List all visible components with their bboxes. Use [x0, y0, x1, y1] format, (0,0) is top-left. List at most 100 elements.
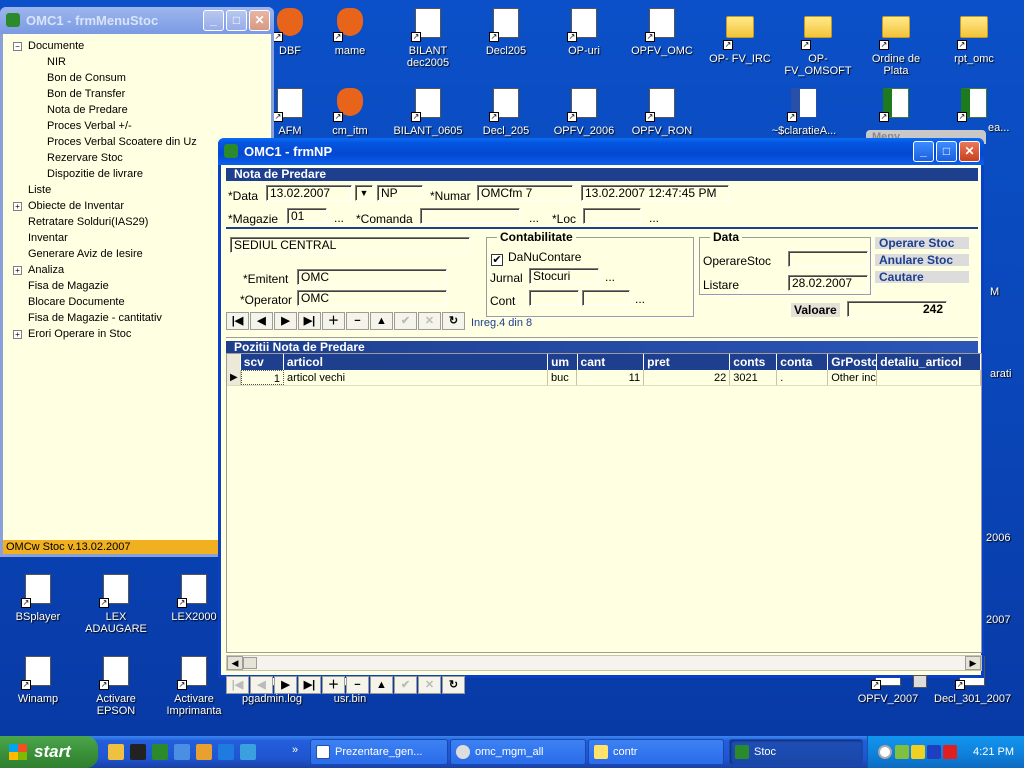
menu-window-titlebar[interactable]: OMC1 - frmMenuStoc _ □ ✕ — [0, 7, 274, 34]
post-record-button[interactable]: ✔ — [394, 312, 417, 330]
add-row-button[interactable]: ＋ — [322, 676, 345, 694]
checkbox-icon[interactable]: ✔ — [491, 254, 503, 266]
refresh-rows-button[interactable]: ↻ — [442, 676, 465, 694]
table-cell[interactable]: 11 — [577, 370, 645, 385]
desktop-icon[interactable]: ↗ BILANT_0605 — [390, 88, 466, 137]
loc-lookup-button[interactable]: ... — [649, 211, 659, 225]
menu-tree-item[interactable]: Proces Verbal +/- — [3, 118, 271, 134]
grid-column-header[interactable]: pret — [644, 354, 731, 370]
doc-type-field[interactable]: NP — [377, 185, 423, 201]
anulare-stoc-button[interactable]: Anulare Stoc — [875, 254, 969, 266]
desktop-icon[interactable]: ↗ Decl205 — [468, 8, 544, 57]
table-cell[interactable]: Other inco — [828, 370, 878, 385]
delete-row-button[interactable]: − — [346, 676, 369, 694]
close-button[interactable]: ✕ — [249, 10, 270, 31]
table-cell[interactable]: 3021 — [730, 370, 778, 385]
scroll-right-icon[interactable]: ▶ — [965, 656, 981, 670]
first-record-button[interactable]: |◀ — [226, 312, 249, 330]
task-stoc[interactable]: Stoc — [729, 739, 863, 765]
cancel-record-button[interactable]: ✕ — [418, 312, 441, 330]
desktop-icon[interactable]: ↗ OPFV_OMC — [624, 8, 700, 57]
next-row-button[interactable]: ▶ — [274, 676, 297, 694]
grid-column-header[interactable]: GrPostc — [828, 354, 878, 370]
desktop-icon[interactable]: ↗ — [936, 88, 1012, 125]
desktop-icon[interactable]: ↗ OP-FV_OMSOFT — [780, 8, 856, 77]
grid-column-header[interactable]: detaliu_articol — [877, 354, 981, 370]
close-button[interactable]: ✕ — [959, 141, 980, 162]
tray-antivirus-icon[interactable] — [943, 745, 957, 759]
desktop-icon[interactable]: ↗ rpt_omc — [936, 8, 1012, 65]
maximize-button[interactable]: □ — [226, 10, 247, 31]
prev-row-button[interactable]: ◀ — [250, 676, 273, 694]
grid-column-header[interactable]: scv — [241, 354, 284, 370]
expand-icon[interactable]: + — [13, 266, 22, 275]
desktop-icon[interactable]: ↗ OPFV_RON — [624, 88, 700, 137]
app-icon[interactable] — [240, 744, 256, 760]
emitent-field[interactable]: OMC — [297, 269, 447, 285]
cancel-row-button[interactable]: ✕ — [418, 676, 441, 694]
loc-field[interactable] — [583, 208, 641, 224]
comanda-lookup-button[interactable]: ... — [529, 211, 539, 225]
desktop-icon[interactable]: ↗ BILANT dec2005 — [390, 8, 466, 69]
desktop-icon[interactable]: ↗ ~$claratieA... — [766, 88, 842, 137]
numar-field[interactable]: OMCfm 7 — [477, 185, 573, 201]
tray-app-icon[interactable] — [911, 745, 925, 759]
grid-column-header[interactable]: conts — [730, 354, 778, 370]
tray-network-icon[interactable] — [895, 745, 909, 759]
desktop-icon[interactable]: ↗ mame — [312, 8, 388, 57]
print-icon[interactable] — [913, 675, 927, 688]
desktop-icon[interactable]: ↗ — [858, 88, 934, 125]
table-cell[interactable] — [877, 370, 981, 385]
cont-field-1[interactable] — [529, 290, 579, 306]
desktop-icon[interactable]: ↗ BSplayer — [0, 574, 76, 623]
tray-arrow-icon[interactable] — [878, 745, 892, 759]
start-button[interactable]: start — [0, 736, 98, 768]
desktop-icon[interactable]: ↗ cm_itm — [312, 88, 388, 137]
cont-lookup-button[interactable]: ... — [635, 292, 645, 306]
grid-column-header[interactable]: conta — [777, 354, 829, 370]
operator-field[interactable]: OMC — [297, 290, 447, 306]
cont-field-2[interactable] — [582, 290, 630, 306]
table-row[interactable]: ▶ 1 articol vechi buc 11 22 3021. Other inco — [227, 370, 981, 386]
date-dropdown-button[interactable]: ▼ — [355, 185, 373, 201]
grid-column-header[interactable]: um — [548, 354, 578, 370]
collapse-icon[interactable]: − — [13, 42, 22, 51]
np-window-titlebar[interactable]: OMC1 - frmNP _ □ ✕ — [218, 138, 984, 165]
minimize-button[interactable]: _ — [913, 141, 934, 162]
jurnal-field[interactable]: Stocuri — [529, 268, 599, 284]
app-icon[interactable] — [174, 744, 190, 760]
scroll-left-icon[interactable]: ◀ — [227, 656, 243, 670]
desktop-icon[interactable]: ↗ OP- FV_IRC — [702, 8, 778, 65]
task-omc-mgm[interactable]: omc_mgm_all — [450, 739, 586, 765]
danucontare-checkbox[interactable]: ✔ DaNuContare — [491, 250, 581, 266]
desktop-icon[interactable]: ↗ OP-uri — [546, 8, 622, 57]
comanda-field[interactable] — [420, 208, 520, 224]
explorer-icon[interactable] — [108, 744, 124, 760]
desktop-icon[interactable]: ↗ OPFV_2006 — [546, 88, 622, 137]
sediu-field[interactable]: SEDIUL CENTRAL — [230, 237, 470, 253]
tray-media-icon[interactable] — [927, 745, 941, 759]
table-cell[interactable]: articol vechi — [284, 370, 548, 385]
menu-tree-item[interactable]: NIR — [3, 54, 271, 70]
menu-tree-item[interactable]: Nota de Predare — [3, 102, 271, 118]
table-cell[interactable]: 22 — [644, 370, 731, 385]
menu-tree-item[interactable]: Bon de Consum — [3, 70, 271, 86]
menu-tree-item[interactable]: − Documente — [3, 38, 271, 54]
refresh-button[interactable]: ↻ — [442, 312, 465, 330]
edit-row-button[interactable]: ▲ — [370, 676, 393, 694]
next-record-button[interactable]: ▶ — [274, 312, 297, 330]
magazie-lookup-button[interactable]: ... — [334, 211, 344, 225]
scroll-thumb[interactable] — [243, 657, 257, 669]
cmd-icon[interactable] — [130, 744, 146, 760]
first-row-button[interactable]: |◀ — [226, 676, 249, 694]
more-chevron-icon[interactable]: » — [292, 744, 298, 756]
ie-icon[interactable] — [218, 744, 234, 760]
operare-stoc-button[interactable]: Operare Stoc — [875, 237, 969, 249]
last-record-button[interactable]: ▶| — [298, 312, 321, 330]
expand-icon[interactable]: + — [13, 202, 22, 211]
table-cell[interactable]: . — [777, 370, 829, 385]
prev-record-button[interactable]: ◀ — [250, 312, 273, 330]
desktop-icon[interactable]: ↗ Ordine de Plata — [858, 8, 934, 77]
firefox-icon[interactable] — [196, 744, 212, 760]
desktop-icon[interactable]: ↗ LEX ADAUGARE — [78, 574, 154, 635]
